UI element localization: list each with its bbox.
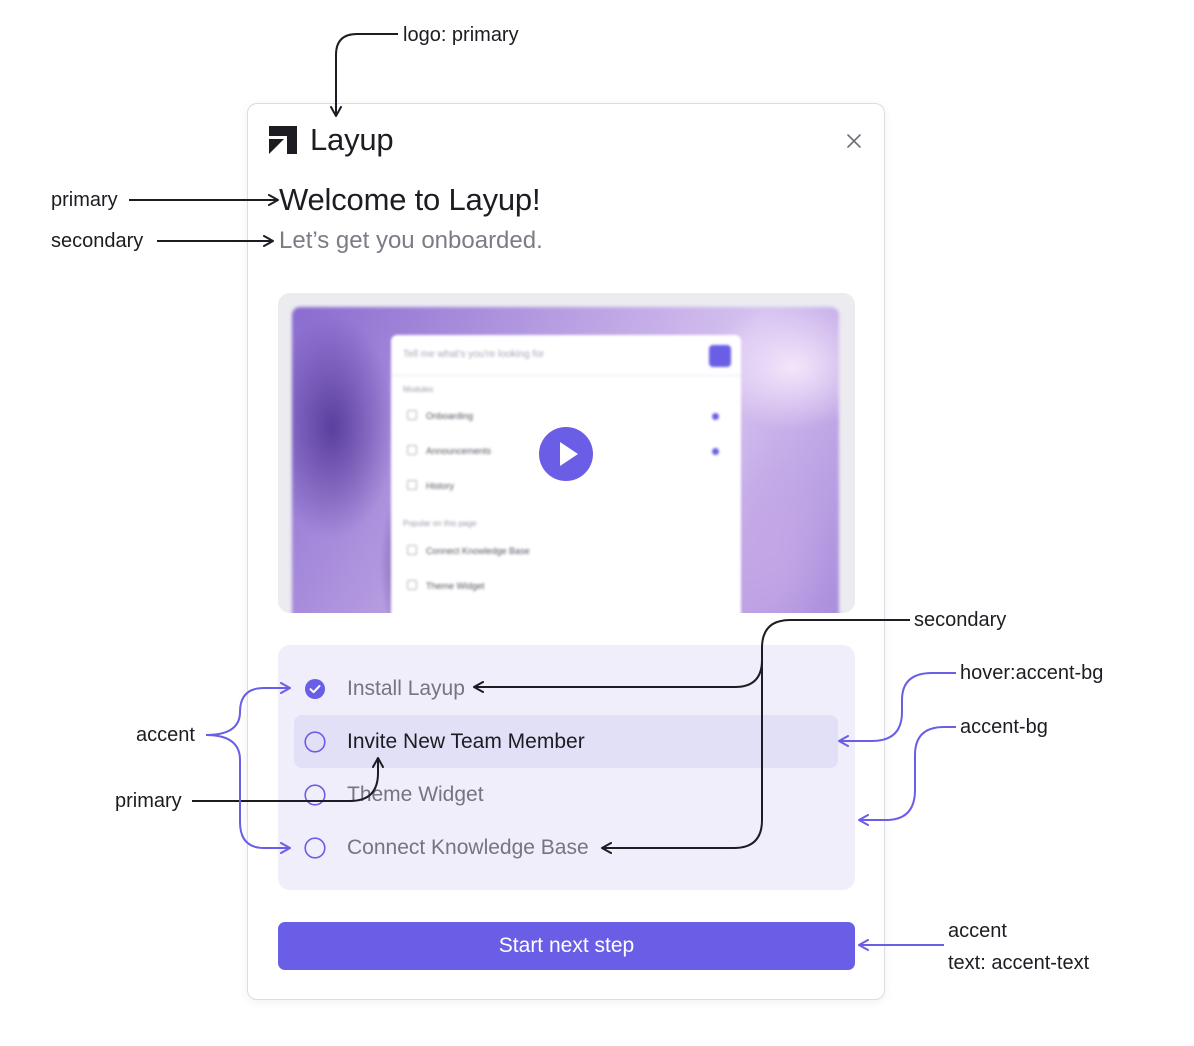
annotation-accent: accent [136,724,195,746]
logo-text: Layup [310,122,394,157]
video-section-popular: Popular on this page [403,519,477,528]
logo: Layup [268,122,394,158]
video-search-bar: Tell me what's you're looking for [391,335,741,376]
start-next-step-button[interactable]: Start next step [278,922,855,970]
video-module-item: Announcements [407,445,491,456]
annotation-button-accent: accent [948,920,1007,942]
task-label: Invite New Team Member [347,729,585,753]
video-module-arrow [712,413,719,420]
task-label: Connect Knowledge Base [347,835,589,859]
layup-logo-icon [269,126,297,154]
annotation-hover-accent-bg: hover:accent-bg [960,662,1104,684]
annotation-subtitle-secondary: secondary [51,230,144,252]
task-theme-widget[interactable]: Theme Widget [294,768,838,821]
annotation-button-text: text: accent-text [948,952,1090,974]
check-circle-empty-icon [304,783,326,806]
video-popular-item: Theme Widget [407,580,485,591]
check-circle-empty-icon [304,836,326,859]
video-search-placeholder: Tell me what's you're looking for [403,349,545,360]
play-button[interactable] [539,427,593,481]
task-label: Theme Widget [347,782,484,806]
close-icon [847,134,861,148]
onboarding-modal: Layup Welcome to Layup! Let’s get you on… [247,103,885,1000]
video-module-arrow [712,448,719,455]
annotation-task-primary: primary [115,790,182,812]
video-popular-item: Connect Knowledge Base [407,545,530,556]
annotation-logo: logo: primary [403,24,519,46]
check-circle-filled-icon [305,678,325,699]
onboarding-checklist: Install Layup Invite New Team Member The… [278,645,855,890]
task-invite-team-member[interactable]: Invite New Team Member [294,715,838,768]
modal-subtitle: Let’s get you onboarded. [279,227,543,254]
check-circle-empty-icon [304,730,326,753]
video-module-item: Onboarding [407,410,473,421]
video-module-item: History [407,480,454,491]
annotation-title-primary: primary [51,189,118,211]
task-install-layup[interactable]: Install Layup [294,662,838,715]
task-connect-knowledge-base[interactable]: Connect Knowledge Base [294,821,838,874]
close-button[interactable] [843,130,865,152]
play-icon [560,442,578,466]
modal-title: Welcome to Layup! [279,182,541,217]
video-search-button [709,345,731,367]
annotation-accent-bg: accent-bg [960,716,1048,738]
video-preview[interactable]: Tell me what's you're looking for Module… [278,293,855,613]
annotation-tasks-secondary: secondary [914,609,1007,631]
video-section-modules: Modules [403,385,434,394]
task-label: Install Layup [347,676,465,700]
